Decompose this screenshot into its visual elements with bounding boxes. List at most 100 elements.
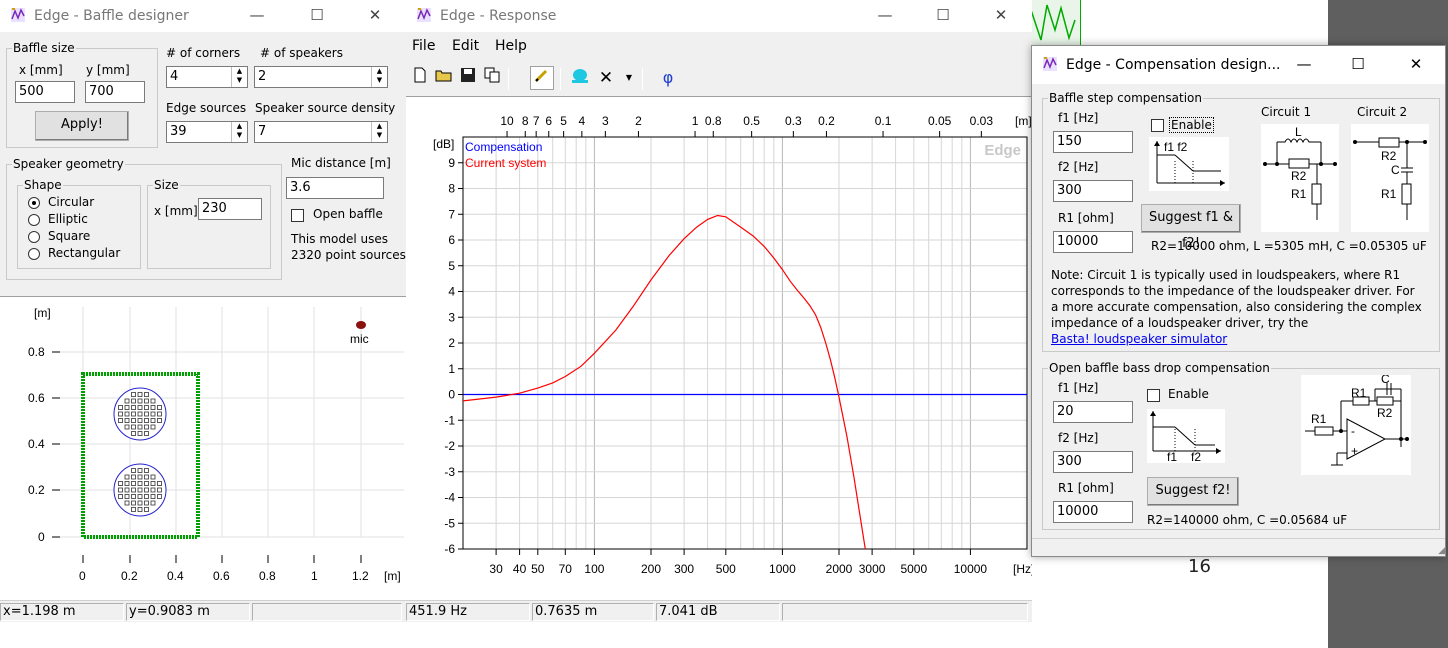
spin-arrows-icon[interactable]: ▲ ▼	[371, 122, 387, 142]
window-title: Edge - Response	[440, 8, 557, 24]
open-baffle-checkbox[interactable]	[291, 209, 304, 222]
f1-input[interactable]: 150	[1053, 131, 1133, 153]
response-statusbar: 451.9 Hz 0.7635 m 7.041 dB	[406, 600, 1032, 622]
baffle-x-input[interactable]: 500	[15, 81, 75, 103]
minimize-button[interactable]: —	[1281, 49, 1327, 81]
f2-input[interactable]: 300	[1053, 180, 1133, 202]
source-point	[144, 424, 149, 430]
baffle-y-input[interactable]: 700	[85, 81, 145, 103]
pencil-icon[interactable]	[530, 66, 554, 90]
maximize-button[interactable]: ☐	[920, 0, 966, 32]
enable-checkbox[interactable]	[1151, 119, 1164, 132]
y-tick: 0	[38, 530, 45, 544]
close-x-icon[interactable]: ✕	[594, 66, 618, 90]
y-tick-label: -1	[444, 413, 455, 427]
source-point	[131, 405, 136, 410]
save-icon[interactable]	[456, 66, 480, 90]
size-label: x [mm]	[154, 204, 198, 218]
response-chart-area[interactable]: 9 8 7 6 5 4 3 2 1 0 -1 -2 -3 -4 -5 -6 [dB] 30 40 50 70 100 200…	[406, 96, 1032, 601]
source-point	[118, 411, 123, 417]
compensation-titlebar[interactable]: Edge - Compensation design... — ☐ ✕	[1032, 46, 1445, 84]
menu-edit[interactable]: Edit	[452, 38, 479, 54]
top-tick-label: 2	[635, 114, 642, 128]
top-tick-label: 3	[602, 114, 609, 128]
density-value: 7	[258, 124, 267, 139]
ob-enable-label: Enable	[1168, 387, 1209, 401]
radio-icon[interactable]	[28, 197, 40, 209]
resize-grip-icon[interactable]: ◢	[1438, 546, 1445, 556]
y-tick-label: 2	[448, 336, 455, 350]
copy-icon[interactable]	[480, 66, 504, 90]
ob-f2-label: f2 [Hz]	[1058, 431, 1099, 445]
ob-enable-checkbox[interactable]	[1147, 389, 1160, 402]
f2-label: f2 [Hz]	[1058, 160, 1099, 174]
group-legend: Baffle step compensation	[1048, 91, 1203, 105]
shape-group: Shape Circular Elliptic Square Rectangul…	[17, 178, 141, 269]
radio-icon[interactable]	[28, 231, 40, 243]
ob-f2-input[interactable]: 300	[1053, 451, 1133, 473]
suggest-f1f2-button[interactable]: Suggest f1 & f2!	[1141, 204, 1241, 251]
source-point	[144, 500, 149, 506]
maximize-button[interactable]: ☐	[294, 0, 340, 32]
top-tick-label: 1	[692, 114, 699, 128]
new-file-icon[interactable]	[408, 66, 432, 90]
response-titlebar[interactable]: Edge - Response — ☐ ✕	[406, 0, 1032, 32]
source-point	[150, 494, 156, 499]
menu-file[interactable]: File	[412, 38, 435, 54]
radio-icon[interactable]	[28, 214, 40, 226]
ob-f1-label: f1 [Hz]	[1058, 381, 1099, 395]
corners-spinner[interactable]: 4 ▲ ▼	[166, 66, 248, 88]
source-point	[150, 398, 156, 404]
window-title: Edge - Compensation design...	[1066, 57, 1281, 73]
edge-sources-label: Edge sources	[166, 101, 247, 115]
mic-distance-input[interactable]: 3.6	[286, 177, 384, 199]
x-tick-label: 5000	[900, 562, 927, 576]
suggest-f2-button[interactable]: Suggest f2!	[1147, 477, 1239, 506]
density-spinner[interactable]: 7 ▲ ▼	[254, 121, 388, 143]
edge-sources-spinner[interactable]: 39 ▲ ▼	[166, 121, 248, 143]
close-button[interactable]: ✕	[978, 0, 1024, 32]
y-tick-label: 9	[448, 156, 455, 170]
minimize-button[interactable]: —	[862, 0, 908, 32]
apply-button[interactable]: Apply!	[35, 111, 129, 141]
ob-r1-input[interactable]: 10000	[1053, 501, 1133, 523]
size-input[interactable]: 230	[198, 198, 262, 220]
source-point	[137, 507, 143, 512]
chart-background	[406, 97, 1032, 601]
toolbar-separator	[508, 68, 509, 90]
source-point	[124, 398, 130, 404]
status-level: 7.041 dB	[656, 603, 780, 621]
edge-icon[interactable]	[568, 66, 592, 90]
y-tick-label: -6	[444, 542, 455, 556]
source-point	[150, 411, 156, 417]
status-x: x=1.198 m	[0, 603, 124, 621]
circuit2-diagram: R2 C R1	[1351, 124, 1429, 232]
graph-f1f2-label: f1 f2	[1164, 140, 1188, 154]
r1-input[interactable]: 10000	[1053, 231, 1133, 253]
spin-arrows-icon[interactable]: ▲ ▼	[231, 122, 247, 142]
baffle-titlebar[interactable]: Edge - Baffle designer — ☐ ✕	[0, 0, 406, 32]
basta-link[interactable]: Basta! loudspeaker simulator	[1051, 331, 1431, 347]
spin-arrows-icon[interactable]: ▲ ▼	[371, 67, 387, 87]
ob-circuit-diagram: C R1 R2 R1 - +	[1301, 372, 1411, 475]
close-button[interactable]: ✕	[1393, 49, 1439, 81]
open-folder-icon[interactable]	[432, 66, 456, 90]
spin-arrows-icon[interactable]: ▲ ▼	[231, 67, 247, 87]
source-point	[137, 398, 143, 404]
ob-f1-input[interactable]: 20	[1053, 401, 1133, 423]
group-legend: Size	[153, 178, 180, 192]
close-button[interactable]: ✕	[352, 0, 398, 32]
speaker-2	[113, 463, 167, 517]
source-point	[144, 418, 149, 423]
source-point	[137, 405, 143, 410]
baffle-plot[interactable]: [m] 0.8 0.6 0.4 0.2 0 0 0.2 0.4 0.6 0.8 …	[0, 296, 406, 601]
x-tick: 0.6	[213, 569, 230, 583]
dropdown-icon[interactable]: ▼	[622, 66, 636, 90]
speakers-spinner[interactable]: 2 ▲ ▼	[254, 66, 388, 88]
radio-icon[interactable]	[28, 248, 40, 260]
phi-icon[interactable]: φ	[656, 66, 680, 90]
menu-help[interactable]: Help	[495, 38, 527, 54]
maximize-button[interactable]: ☐	[1335, 49, 1381, 81]
minimize-button[interactable]: —	[234, 0, 280, 32]
source-point	[144, 398, 149, 404]
